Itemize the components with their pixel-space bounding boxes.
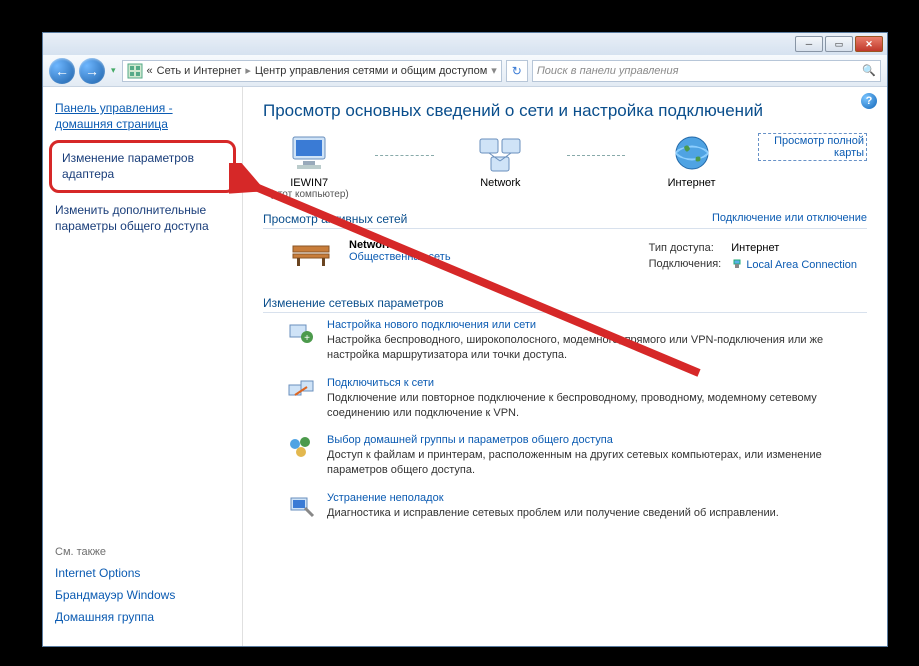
- connection-line: [567, 155, 626, 156]
- homegroup-icon: [287, 434, 315, 462]
- plug-icon: [731, 258, 743, 270]
- recent-locations-button[interactable]: ▾: [109, 65, 118, 76]
- network-icon: [478, 133, 522, 173]
- search-placeholder: Поиск в панели управления: [537, 65, 679, 77]
- node-network: Network: [454, 133, 546, 189]
- annotation-highlight: Изменение параметров адаптера: [49, 140, 236, 193]
- task-title[interactable]: Устранение неполадок: [327, 492, 779, 504]
- connections-label: Подключения:: [649, 257, 730, 272]
- connect-network-icon: [287, 377, 315, 405]
- adapter-settings-link[interactable]: Изменение параметров адаптера: [62, 151, 223, 182]
- task-desc: Подключение или повторное подключение к …: [327, 391, 867, 421]
- breadcrumb-seg2[interactable]: Центр управления сетями и общим доступом: [255, 65, 487, 77]
- titlebar: ─ ▭ ✕: [43, 33, 887, 55]
- node-this-pc: IEWIN7 (этот компьютер): [263, 133, 355, 200]
- search-icon: 🔍: [862, 64, 876, 77]
- connect-disconnect-link[interactable]: Подключение или отключение: [712, 212, 867, 226]
- breadcrumb-dropdown[interactable]: ▾: [491, 64, 497, 77]
- maximize-button[interactable]: ▭: [825, 36, 853, 52]
- help-button[interactable]: ?: [861, 93, 877, 109]
- connection-link[interactable]: Local Area Connection: [746, 259, 857, 271]
- task-connect-network[interactable]: Подключиться к сети Подключение или повт…: [287, 377, 867, 421]
- forward-button[interactable]: →: [79, 58, 105, 84]
- network-label: Network: [454, 177, 546, 189]
- minimize-button[interactable]: ─: [795, 36, 823, 52]
- svg-text:+: +: [304, 333, 310, 344]
- globe-icon: [670, 133, 714, 173]
- window-frame: ─ ▭ ✕ ← → ▾ « Сеть и Интернет ▸ Центр уп…: [42, 32, 888, 647]
- refresh-button[interactable]: ↻: [506, 60, 528, 82]
- network-properties: Тип доступа: Интернет Подключения: Local…: [647, 239, 867, 274]
- access-type-label: Тип доступа:: [649, 241, 730, 255]
- task-desc: Доступ к файлам и принтерам, расположенн…: [327, 448, 867, 478]
- task-new-connection[interactable]: + Настройка нового подключения или сети …: [287, 319, 867, 363]
- full-map-link[interactable]: Просмотр полной карты: [758, 133, 867, 161]
- see-also-header: См. также: [55, 546, 230, 558]
- network-type-link[interactable]: Общественная сеть: [349, 251, 451, 263]
- network-name: Network: [349, 239, 451, 251]
- breadcrumb[interactable]: « Сеть и Интернет ▸ Центр управления сет…: [122, 60, 502, 82]
- new-connection-icon: +: [287, 319, 315, 347]
- active-networks-label: Просмотр активных сетей: [263, 212, 407, 226]
- sidebar: Панель управления - домашняя страница Из…: [43, 87, 243, 646]
- computer-icon: [287, 133, 331, 173]
- breadcrumb-sep: ▸: [245, 64, 251, 77]
- network-map: IEWIN7 (этот компьютер) Network Интернет…: [263, 133, 867, 200]
- task-troubleshoot[interactable]: Устранение неполадок Диагностика и испра…: [287, 492, 867, 521]
- page-title: Просмотр основных сведений о сети и наст…: [263, 101, 867, 121]
- troubleshoot-icon: [287, 492, 315, 520]
- advanced-sharing-link[interactable]: Изменить дополнительные параметры общего…: [55, 203, 230, 234]
- control-panel-icon: [127, 63, 143, 79]
- breadcrumb-prefix: «: [147, 65, 153, 77]
- network-info: Network Общественная сеть: [349, 239, 451, 263]
- homegroup-link[interactable]: Домашняя группа: [55, 610, 230, 624]
- firewall-link[interactable]: Брандмауэр Windows: [55, 588, 230, 602]
- task-homegroup[interactable]: Выбор домашней группы и параметров общег…: [287, 434, 867, 478]
- change-settings-header: Изменение сетевых параметров: [263, 296, 867, 313]
- change-settings-label: Изменение сетевых параметров: [263, 296, 444, 310]
- body: Панель управления - домашняя страница Из…: [43, 87, 887, 646]
- active-networks-header: Просмотр активных сетей Подключение или …: [263, 212, 867, 229]
- task-desc: Настройка беспроводного, широкополосного…: [327, 333, 867, 363]
- breadcrumb-seg1[interactable]: Сеть и Интернет: [157, 65, 242, 77]
- task-title[interactable]: Настройка нового подключения или сети: [327, 319, 867, 331]
- close-button[interactable]: ✕: [855, 36, 883, 52]
- navbar: ← → ▾ « Сеть и Интернет ▸ Центр управлен…: [43, 55, 887, 87]
- connection-line: [375, 155, 434, 156]
- access-type-value: Интернет: [731, 241, 865, 255]
- node-internet: Интернет: [645, 133, 737, 189]
- search-input[interactable]: Поиск в панели управления 🔍: [532, 60, 881, 82]
- pc-name: IEWIN7: [263, 177, 355, 189]
- task-desc: Диагностика и исправление сетевых пробле…: [327, 506, 779, 521]
- pc-sub: (этот компьютер): [263, 189, 355, 200]
- control-panel-home-link[interactable]: Панель управления - домашняя страница: [55, 101, 230, 132]
- back-button[interactable]: ←: [49, 58, 75, 84]
- tasks-list: + Настройка нового подключения или сети …: [263, 319, 867, 521]
- park-bench-icon: [287, 239, 335, 267]
- active-network-row: Network Общественная сеть Тип доступа: И…: [263, 235, 867, 284]
- content: ? Просмотр основных сведений о сети и на…: [243, 87, 887, 646]
- task-title[interactable]: Подключиться к сети: [327, 377, 867, 389]
- task-title[interactable]: Выбор домашней группы и параметров общег…: [327, 434, 867, 446]
- internet-options-link[interactable]: Internet Options: [55, 566, 230, 580]
- internet-label: Интернет: [645, 177, 737, 189]
